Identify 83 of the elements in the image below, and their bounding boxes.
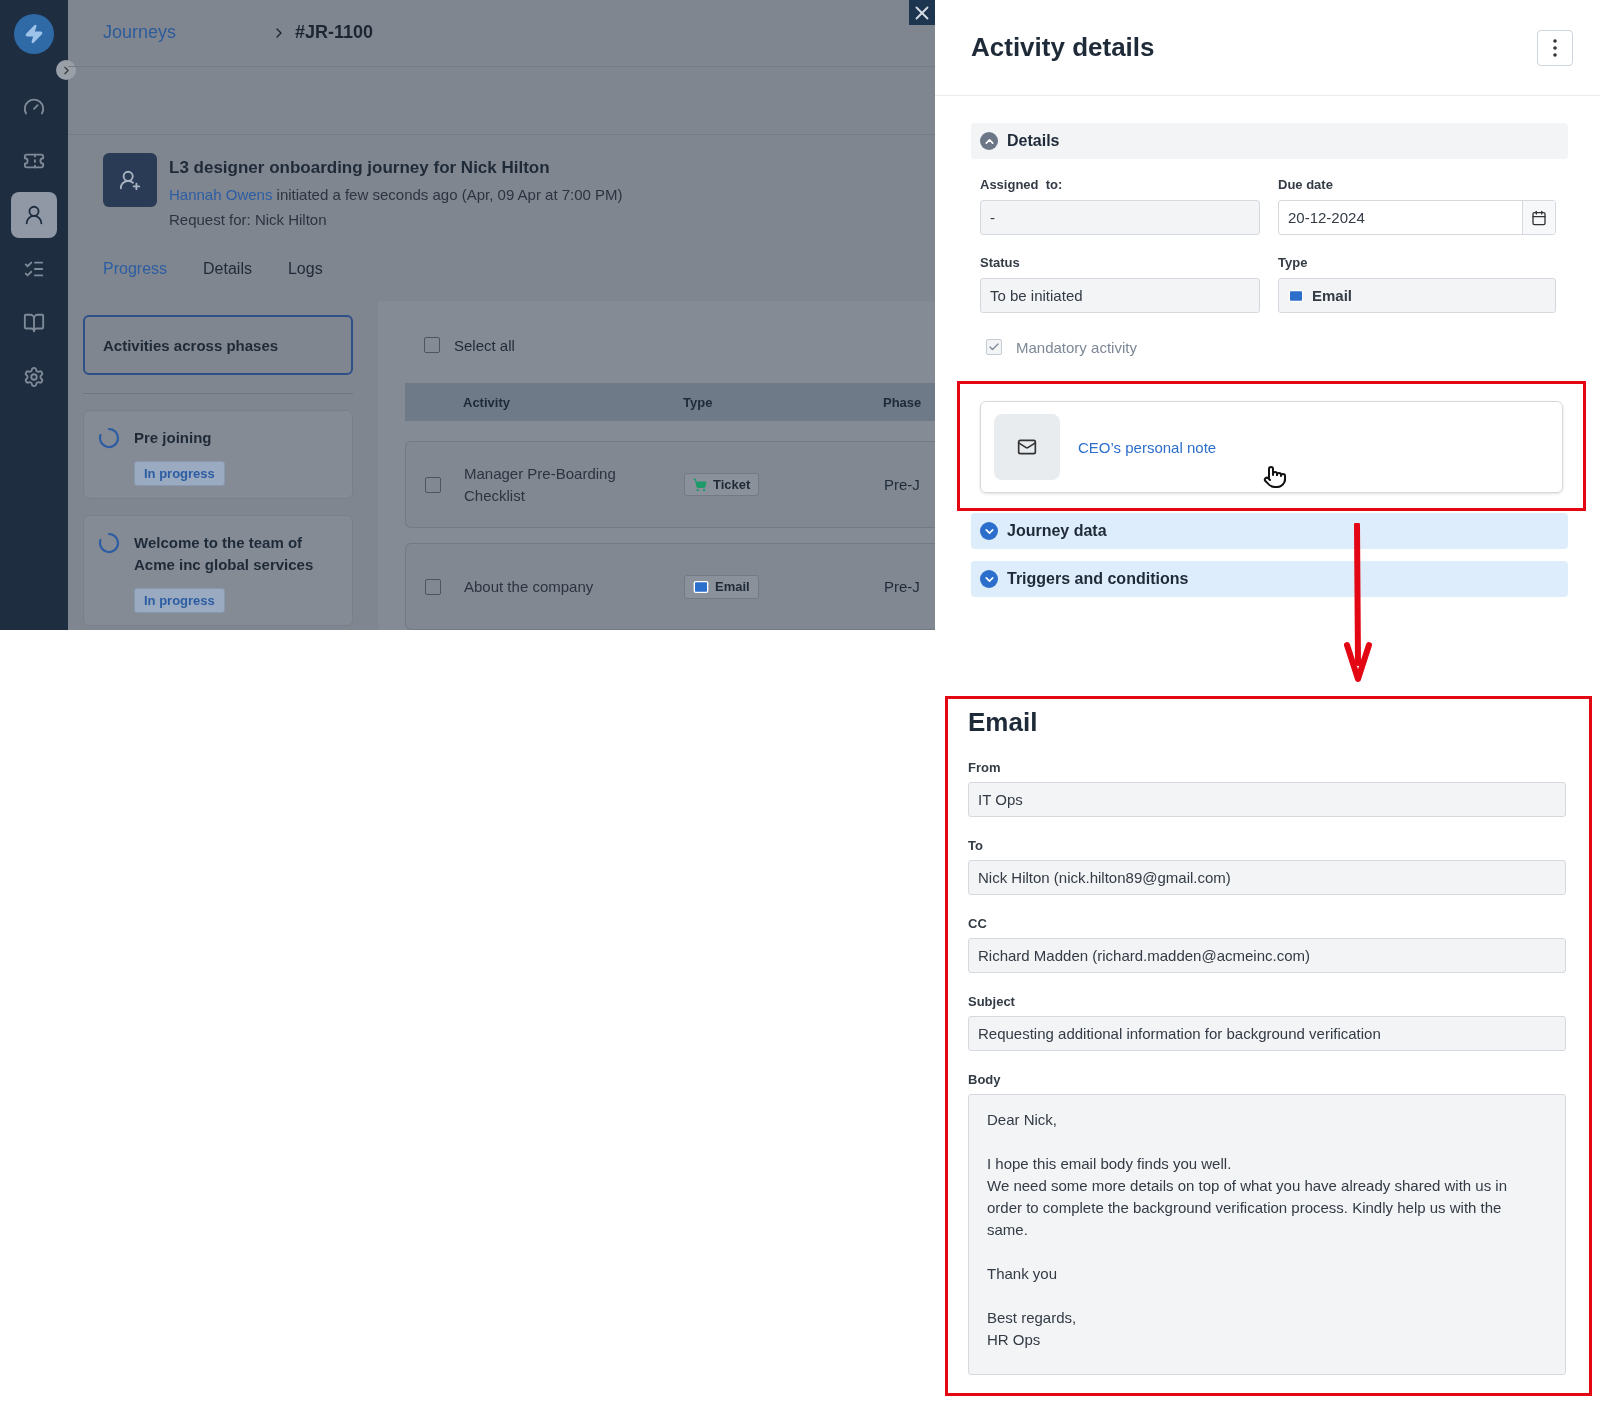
spinner-icon bbox=[98, 532, 120, 554]
type-tag: Ticket bbox=[684, 473, 760, 496]
request-for-text: Request for: Nick Hilton bbox=[169, 211, 328, 229]
sidebar-item[interactable] bbox=[11, 192, 57, 238]
input-field[interactable]: Requesting additional information for background verification bbox=[968, 1016, 1566, 1051]
spinner-icon bbox=[98, 427, 120, 449]
phase-card[interactable]: Pre joining In progress bbox=[83, 410, 353, 499]
calendar-icon bbox=[1531, 209, 1547, 226]
type-field[interactable]: Email bbox=[1278, 278, 1556, 313]
section-title: Triggers and conditions bbox=[1007, 570, 1189, 588]
select-all-label: Select all bbox=[454, 336, 515, 354]
phase-text: Pre-J bbox=[884, 476, 921, 493]
activity-link[interactable]: CEO’s personal note bbox=[1078, 438, 1217, 456]
email-title: Email bbox=[968, 707, 1039, 738]
person-icon bbox=[23, 204, 45, 226]
logo-icon[interactable] bbox=[14, 14, 54, 54]
body-paragraph: Thank you bbox=[987, 1264, 1059, 1284]
status-badge: In progress bbox=[134, 461, 225, 486]
body-paragraph: Dear Nick, bbox=[987, 1110, 1058, 1130]
panel-title: Activity details bbox=[971, 32, 1155, 63]
activity-name: Manager Pre-Boarding Checklist bbox=[464, 463, 617, 506]
section-header[interactable]: Details bbox=[971, 123, 1568, 159]
input-field[interactable]: Nick Hilton (nick.hilton89@gmail.com) bbox=[968, 860, 1566, 895]
checkbox[interactable] bbox=[424, 337, 440, 353]
field-label: Assigned to: bbox=[980, 177, 1064, 192]
input-field[interactable]: To be initiated bbox=[980, 278, 1260, 313]
phase-name: Pre joining bbox=[134, 428, 213, 448]
field-label: Subject bbox=[968, 994, 1016, 1009]
close-button[interactable] bbox=[909, 0, 935, 25]
section-title: Journey data bbox=[1007, 522, 1107, 540]
status-badge: In progress bbox=[134, 588, 225, 613]
expand-icon bbox=[980, 522, 998, 540]
body-paragraph: I hope this email body finds you well. We need some more details on top of what you have already shared with us in order to complete the background verification process. Kindly help us with the same. bbox=[987, 1154, 1509, 1240]
phase-card[interactable]: Welcome to the team of Acme inc global services In progress bbox=[83, 515, 353, 626]
phase-name: Welcome to the team of Acme inc global services bbox=[134, 533, 315, 575]
more-icon bbox=[1553, 38, 1557, 57]
more-button[interactable] bbox=[1537, 29, 1573, 66]
column-header: Activity bbox=[463, 394, 511, 410]
initiated-text: Hannah Owens initiated a few seconds ago (Apr, 09 Apr at 7:00 PM) bbox=[169, 186, 623, 204]
calendar-button[interactable] bbox=[1522, 201, 1555, 234]
input-field[interactable]: - bbox=[980, 200, 1260, 235]
phase-text: Pre-J bbox=[884, 578, 921, 595]
mail-icon bbox=[994, 414, 1060, 480]
checkbox[interactable] bbox=[425, 578, 441, 595]
section-header[interactable]: Journey data bbox=[971, 513, 1568, 549]
collapse-icon bbox=[980, 132, 998, 150]
phases-header[interactable]: Activities across phases bbox=[83, 315, 353, 375]
linked-activity-card[interactable]: CEO’s personal note bbox=[980, 401, 1563, 493]
journey-icon bbox=[103, 153, 157, 208]
field-label: Status bbox=[980, 255, 1021, 270]
date-field[interactable]: 20-12-2024 bbox=[1278, 200, 1556, 235]
field-label: Type bbox=[1278, 255, 1309, 270]
mail-icon bbox=[693, 578, 709, 595]
field-label: Due date bbox=[1278, 177, 1334, 192]
field-label: From bbox=[968, 760, 1002, 775]
field-label: Body bbox=[968, 1072, 1002, 1087]
section-header[interactable]: Triggers and conditions bbox=[971, 561, 1568, 597]
journey-title: L3 designer onboarding journey for Nick Hilton bbox=[169, 158, 551, 179]
body-field[interactable] bbox=[968, 1094, 1566, 1375]
field-label: To bbox=[968, 838, 984, 853]
section-title: Details bbox=[1007, 132, 1060, 150]
activity-row[interactable]: Manager Pre-Boarding Checklist Ticket Pre-J bbox=[405, 441, 935, 528]
column-header: Phase bbox=[883, 394, 923, 410]
mail-icon bbox=[1288, 287, 1304, 304]
checkbox[interactable] bbox=[425, 476, 441, 493]
tab[interactable]: Logs bbox=[287, 260, 323, 301]
type-tag: Email bbox=[684, 574, 759, 599]
field-label: CC bbox=[968, 916, 988, 931]
check-icon bbox=[988, 341, 1000, 353]
input-field[interactable]: IT Ops bbox=[968, 782, 1566, 817]
activity-row[interactable]: About the company Email Pre-J bbox=[405, 543, 935, 630]
expand-toggle[interactable] bbox=[56, 60, 76, 80]
cart-icon bbox=[693, 477, 707, 492]
column-header: Type bbox=[683, 394, 714, 410]
book-icon bbox=[23, 312, 45, 334]
settings-icon bbox=[23, 366, 45, 388]
checkbox-label: Mandatory activity bbox=[1016, 338, 1137, 356]
tab[interactable]: Details bbox=[203, 260, 252, 301]
breadcrumb-current: #JR-1100 bbox=[295, 22, 374, 44]
activity-name: About the company bbox=[464, 576, 595, 597]
expand-icon bbox=[980, 570, 998, 588]
body-paragraph: Best regards, HR Ops bbox=[987, 1308, 1078, 1350]
input-field[interactable]: Richard Madden (richard.madden@acmeinc.com) bbox=[968, 938, 1566, 973]
